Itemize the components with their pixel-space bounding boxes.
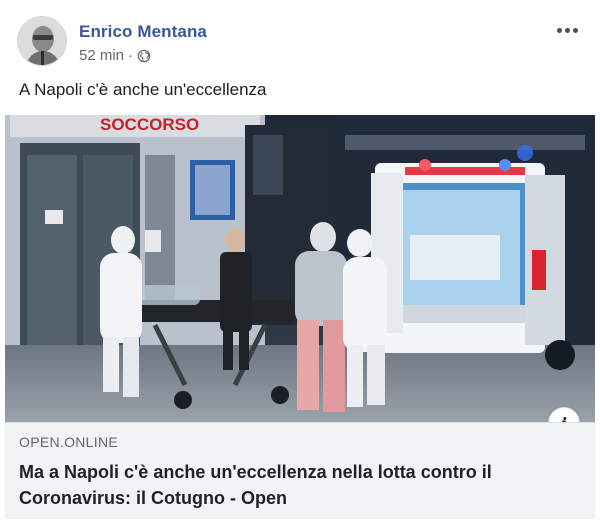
author-avatar[interactable] — [17, 16, 67, 66]
meta-separator: · — [128, 47, 134, 64]
link-domain: OPEN.ONLINE — [19, 434, 118, 450]
post-photo[interactable]: SOCCORSO — [5, 115, 595, 422]
post-message: A Napoli c'è anche un'eccellenza — [19, 80, 267, 99]
more-options-icon[interactable] — [552, 18, 582, 42]
soccorso-sign: SOCCORSO — [100, 115, 199, 134]
globe-icon[interactable] — [137, 49, 151, 63]
ambulance-scene-image: SOCCORSO — [5, 115, 595, 422]
post-header: Enrico Mentana 52 min · — [17, 16, 600, 70]
avatar-image — [18, 17, 66, 65]
link-preview[interactable]: OPEN.ONLINE Ma a Napoli c'è anche un'ecc… — [5, 422, 595, 519]
author-name[interactable]: Enrico Mentana — [79, 22, 207, 42]
facebook-post: Enrico Mentana 52 min · A Napoli c'è anc… — [0, 0, 600, 522]
post-timestamp[interactable]: 52 min — [79, 47, 124, 64]
link-title[interactable]: Ma a Napoli c'è anche un'eccellenza nell… — [19, 459, 579, 511]
post-meta: 52 min · — [79, 47, 151, 64]
